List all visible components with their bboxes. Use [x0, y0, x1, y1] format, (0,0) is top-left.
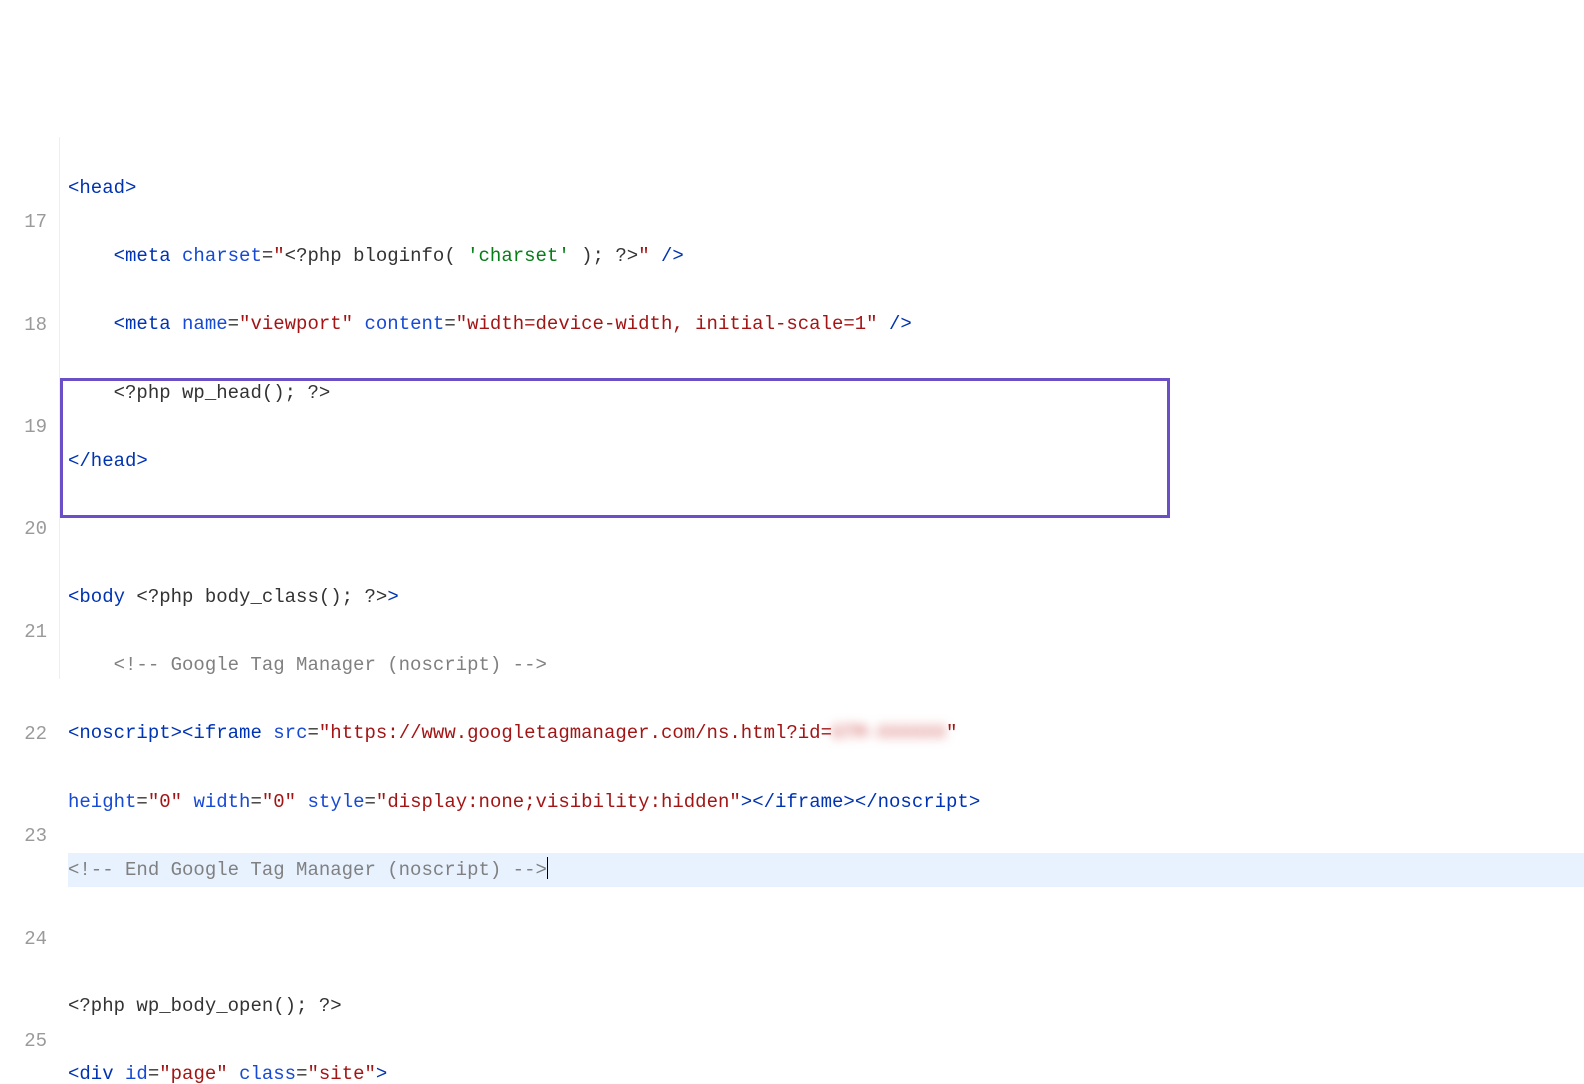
comment: <!-- End Google Tag Manager (noscript) -…	[68, 859, 547, 881]
attr: height	[68, 791, 136, 813]
string: "0"	[262, 791, 296, 813]
string: "page"	[159, 1063, 227, 1084]
code-area[interactable]: <head> <meta charset="<?php bloginfo( 'c…	[60, 137, 1584, 679]
func: wp_body_open	[136, 995, 273, 1017]
line-number: 17	[0, 205, 47, 239]
php-open: <?php	[114, 382, 171, 404]
code-line[interactable]: <noscript><iframe src="https://www.googl…	[68, 716, 1584, 750]
php-close: ?>	[615, 245, 638, 267]
php-close: ?>	[319, 995, 342, 1017]
comment: <!-- Google Tag Manager (noscript) -->	[114, 654, 547, 676]
code-line[interactable]: <body <?php body_class(); ?>>	[68, 580, 1584, 614]
string: "site"	[307, 1063, 375, 1084]
tag: <meta	[114, 245, 171, 267]
func: bloginfo	[353, 245, 444, 267]
php-close: ?>	[307, 382, 330, 404]
line-number: 18	[0, 308, 47, 342]
url: https://www.googletagmanager.com/ns.html…	[330, 722, 832, 744]
line-number: 20	[0, 512, 47, 546]
attr: content	[364, 313, 444, 335]
tag: <body	[68, 586, 125, 608]
text-cursor	[547, 857, 548, 879]
line-number: 22	[0, 717, 47, 751]
code-editor[interactable]: 17 18 19 20 21 22 23 24 25 26 27 28 29 3…	[0, 137, 1584, 679]
php-open: <?php	[136, 586, 193, 608]
redacted-id: GTM-XXXXXX	[832, 722, 946, 744]
attr: src	[273, 722, 307, 744]
line-number: 23	[0, 819, 47, 853]
attr: name	[182, 313, 228, 335]
code-line[interactable]: <div id="page" class="site">	[68, 1057, 1584, 1084]
line-number-gutter: 17 18 19 20 21 22 23 24 25 26 27 28 29 3…	[0, 137, 60, 679]
code-line[interactable]: height="0" width="0" style="display:none…	[68, 785, 1584, 819]
line-number: 19	[0, 410, 47, 444]
code-line[interactable]	[68, 512, 1584, 546]
line-number: 25	[0, 1024, 47, 1058]
string: "viewport"	[239, 313, 353, 335]
code-line[interactable]: <?php wp_head(); ?>	[68, 376, 1584, 410]
tag: </head>	[68, 450, 148, 472]
string: "0"	[148, 791, 182, 813]
php-open: <?php	[68, 995, 125, 1017]
code-line[interactable]: <meta charset="<?php bloginfo( 'charset'…	[68, 239, 1584, 273]
string: 'charset'	[467, 245, 570, 267]
line-number: 21	[0, 615, 47, 649]
attr: charset	[182, 245, 262, 267]
code-line[interactable]: <head>	[68, 171, 1584, 205]
attr: id	[125, 1063, 148, 1084]
tag: <iframe	[182, 722, 262, 744]
tag: <meta	[114, 313, 171, 335]
code-line[interactable]	[68, 921, 1584, 955]
tag: <div	[68, 1063, 114, 1084]
tag: <head>	[68, 177, 136, 199]
line-number: 24	[0, 922, 47, 956]
php-close: ?>	[365, 586, 388, 608]
code-line[interactable]: </head>	[68, 444, 1584, 478]
func: body_class	[205, 586, 319, 608]
string: "width=device-width, initial-scale=1"	[456, 313, 878, 335]
tag: <noscript>	[68, 722, 182, 744]
tag: </noscript>	[855, 791, 980, 813]
func: wp_head	[182, 382, 262, 404]
attr: class	[239, 1063, 296, 1084]
attr: style	[308, 791, 365, 813]
code-line-active[interactable]: <!-- End Google Tag Manager (noscript) -…	[68, 853, 1584, 887]
php-open: <?php	[285, 245, 342, 267]
code-line[interactable]: <meta name="viewport" content="width=dev…	[68, 307, 1584, 341]
code-line[interactable]: <?php wp_body_open(); ?>	[68, 989, 1584, 1023]
code-line[interactable]: <!-- Google Tag Manager (noscript) -->	[68, 648, 1584, 682]
string: "display:none;visibility:hidden"	[376, 791, 741, 813]
tag: </iframe>	[752, 791, 855, 813]
attr: width	[193, 791, 250, 813]
